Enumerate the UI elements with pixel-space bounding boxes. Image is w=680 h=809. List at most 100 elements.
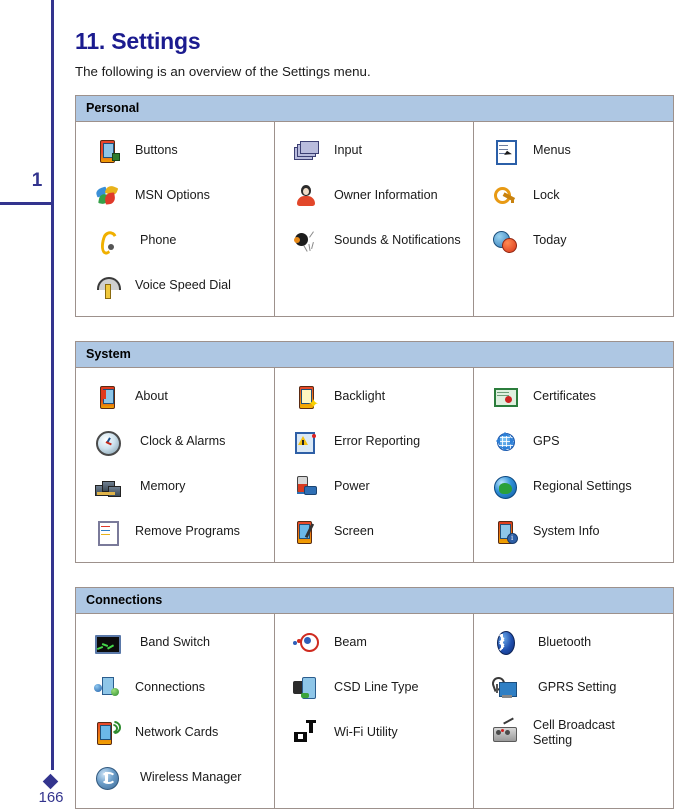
list-item-label: About bbox=[135, 389, 168, 403]
remove-programs-icon bbox=[90, 517, 124, 547]
list-item[interactable]: Lock bbox=[474, 173, 673, 218]
list-item-label: Connections bbox=[135, 680, 206, 694]
list-item[interactable]: Sounds & Notifications bbox=[275, 218, 473, 288]
table-column: Input Owner Information Sounds & Notific… bbox=[275, 122, 474, 316]
gprs-setting-icon bbox=[488, 673, 522, 703]
backlight-icon: ✦ bbox=[289, 382, 323, 412]
list-item[interactable]: Input bbox=[275, 128, 473, 173]
table-column: Bluetooth GPRS Setting Cell Broadcast Se… bbox=[474, 614, 673, 808]
list-item-label: Beam bbox=[333, 635, 367, 649]
clock-alarms-icon bbox=[90, 427, 124, 457]
table-column: ✦ Backlight Error Reporting Power Screen bbox=[275, 368, 474, 562]
list-item-label: Cell Broadcast Setting bbox=[532, 717, 615, 747]
lock-key-icon bbox=[488, 181, 522, 211]
page-intro-text: The following is an overview of the Sett… bbox=[75, 64, 371, 79]
list-item-label: GPS bbox=[532, 434, 560, 448]
today-globe-icon bbox=[488, 226, 522, 256]
list-item[interactable]: Band Switch bbox=[76, 620, 274, 665]
list-item[interactable]: Voice Speed Dial bbox=[76, 263, 274, 308]
table-header-connections: Connections bbox=[76, 588, 673, 614]
list-item[interactable]: Connections bbox=[76, 665, 274, 710]
table-column: Buttons MSN Options Phone Voice Speed Di… bbox=[76, 122, 275, 316]
list-item-label: Menus bbox=[532, 143, 571, 157]
list-item[interactable]: Buttons bbox=[76, 128, 274, 173]
list-item[interactable]: GPS bbox=[474, 419, 673, 464]
list-item-label: Memory bbox=[140, 479, 186, 493]
margin-vertical-rule bbox=[51, 0, 54, 770]
wifi-utility-icon bbox=[289, 718, 323, 748]
list-item[interactable]: System Info bbox=[474, 509, 673, 554]
list-item[interactable]: Beam bbox=[275, 620, 473, 665]
list-item-spacer bbox=[275, 755, 473, 800]
list-item[interactable]: Regional Settings bbox=[474, 464, 673, 509]
list-item-label: Wi-Fi Utility bbox=[333, 725, 398, 739]
power-battery-icon bbox=[289, 472, 323, 502]
list-item[interactable]: Screen bbox=[275, 509, 473, 554]
beam-icon bbox=[289, 628, 323, 658]
menus-list-icon bbox=[488, 136, 522, 166]
list-item-label: GPRS Setting bbox=[537, 680, 617, 694]
settings-table-personal: Personal Buttons MSN Options Phone Voice… bbox=[75, 95, 674, 317]
footer-diamond-icon bbox=[42, 773, 59, 790]
list-item[interactable]: Bluetooth bbox=[474, 620, 673, 665]
pda-buttons-icon bbox=[90, 136, 124, 166]
msn-butterfly-icon bbox=[90, 181, 124, 211]
list-item[interactable]: Menus bbox=[474, 128, 673, 173]
list-item[interactable]: Network Cards bbox=[76, 710, 274, 755]
list-item-label: Network Cards bbox=[135, 725, 219, 739]
list-item[interactable]: MSN Options bbox=[76, 173, 274, 218]
list-item-label: MSN Options bbox=[135, 188, 210, 202]
settings-table-connections: Connections Band Switch Connections Netw… bbox=[75, 587, 674, 809]
list-item[interactable]: Wi-Fi Utility bbox=[275, 710, 473, 755]
table-column: Band Switch Connections Network Cards Wi… bbox=[76, 614, 275, 808]
voice-speed-dial-icon bbox=[90, 271, 124, 301]
list-item-label: Sounds & Notifications bbox=[333, 233, 461, 247]
regional-settings-icon bbox=[488, 472, 522, 502]
list-item-label: Input bbox=[333, 143, 362, 157]
list-item-label: Remove Programs bbox=[135, 524, 240, 538]
table-header-personal: Personal bbox=[76, 96, 673, 122]
list-item[interactable]: Owner Information bbox=[275, 173, 473, 218]
cell-broadcast-icon bbox=[488, 717, 522, 748]
list-item[interactable]: Remove Programs bbox=[76, 509, 274, 554]
error-reporting-icon bbox=[289, 427, 323, 457]
list-item-label: Today bbox=[532, 233, 567, 247]
table-column: Certificates GPS Regional Settings i Sys… bbox=[474, 368, 673, 562]
list-item[interactable]: About bbox=[76, 374, 274, 419]
sounds-speaker-icon bbox=[289, 226, 323, 256]
list-item[interactable]: Error Reporting bbox=[275, 419, 473, 464]
list-item[interactable]: Today bbox=[474, 218, 673, 263]
list-item-spacer bbox=[474, 755, 673, 800]
list-item-label: Regional Settings bbox=[532, 479, 632, 493]
system-info-icon bbox=[488, 517, 522, 547]
list-item-label: Certificates bbox=[532, 389, 596, 403]
list-item-label: Band Switch bbox=[140, 635, 211, 649]
list-item-label: Voice Speed Dial bbox=[135, 278, 231, 292]
list-item[interactable]: Certificates bbox=[474, 374, 673, 419]
list-item[interactable]: Phone bbox=[76, 218, 274, 263]
list-item-label: Screen bbox=[333, 524, 374, 538]
list-item-label: Error Reporting bbox=[333, 434, 421, 448]
list-item[interactable]: Power bbox=[275, 464, 473, 509]
list-item[interactable]: Clock & Alarms bbox=[76, 419, 274, 464]
csd-line-type-icon bbox=[289, 673, 323, 703]
list-item[interactable]: CSD Line Type bbox=[275, 665, 473, 710]
list-item[interactable]: GPRS Setting bbox=[474, 665, 673, 710]
band-switch-icon bbox=[90, 628, 124, 658]
list-item[interactable]: Memory bbox=[76, 464, 274, 509]
list-item[interactable]: Cell Broadcast Setting bbox=[474, 710, 673, 755]
list-item[interactable]: ✦ Backlight bbox=[275, 374, 473, 419]
table-column: Beam CSD Line Type Wi-Fi Utility bbox=[275, 614, 474, 808]
table-header-system: System bbox=[76, 342, 673, 368]
list-item[interactable]: Wireless Manager bbox=[76, 755, 274, 800]
network-cards-icon bbox=[90, 717, 124, 748]
certificates-icon bbox=[488, 382, 522, 412]
memory-chips-icon bbox=[90, 472, 124, 502]
list-item-label: Wireless Manager bbox=[140, 770, 242, 784]
list-item-label: Clock & Alarms bbox=[140, 434, 226, 448]
chapter-tab-number: 1 bbox=[31, 170, 43, 191]
table-column: Menus Lock Today bbox=[474, 122, 673, 316]
page-content: 11. Settings The following is an overvie… bbox=[75, 0, 674, 809]
input-cards-icon bbox=[289, 136, 323, 166]
connections-icon bbox=[90, 673, 124, 703]
